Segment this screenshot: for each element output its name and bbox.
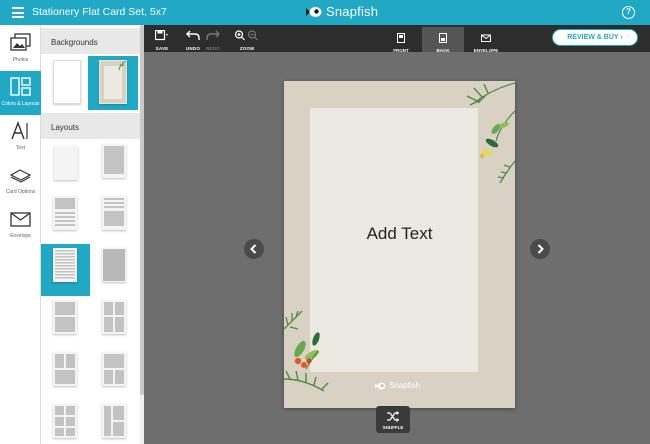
panel-scrollbar-thumb[interactable] (140, 25, 144, 395)
leaf-icon (118, 61, 126, 71)
previous-page-button[interactable] (244, 239, 264, 259)
card-back-logo: Snapfish (375, 381, 420, 390)
botanical-corner-top-right (466, 82, 515, 184)
shuffle-icon (387, 411, 399, 422)
tab-front[interactable]: FRONT (388, 27, 414, 53)
redo-button[interactable]: REDO (204, 28, 222, 51)
tab-back[interactable]: BACK (422, 27, 464, 53)
rail-item-text[interactable]: Text (0, 115, 41, 159)
text-icon (11, 121, 28, 140)
envelope-tab-icon (481, 34, 491, 42)
layout-option[interactable] (90, 400, 139, 444)
save-button[interactable]: SAVE (152, 28, 172, 51)
rail-label: Envelope (10, 233, 31, 239)
photos-icon (10, 33, 31, 51)
review-and-buy-button[interactable]: REVIEW & BUY › (552, 29, 638, 46)
save-label: SAVE (155, 46, 169, 51)
rail-item-card-options[interactable]: Card Options (0, 159, 41, 203)
layout-option-selected[interactable] (41, 244, 90, 296)
layout-option[interactable] (41, 296, 90, 348)
redo-icon (206, 30, 220, 40)
envelope-icon (10, 212, 31, 227)
tab-back-label: BACK (436, 48, 450, 53)
next-page-button[interactable] (530, 239, 550, 259)
rail-label: Photos (12, 57, 29, 63)
review-and-buy-label: REVIEW & BUY (567, 34, 619, 41)
brand-name: Snapfish (326, 4, 379, 19)
layouts-icon (10, 77, 31, 96)
help-button[interactable]: ? (622, 6, 635, 19)
panel-scrollbar[interactable] (140, 25, 144, 444)
snapfish-logo: Snapfish (306, 4, 378, 19)
backgrounds-heading: Backgrounds (41, 28, 144, 54)
zoom-control[interactable]: ZOOM (232, 28, 262, 51)
tool-rail: Photos Colors & Layouts Text Card Option… (0, 25, 41, 444)
zoom-label: ZOOM (239, 46, 255, 51)
layout-option[interactable] (41, 140, 90, 192)
rail-item-envelope[interactable]: Envelope (0, 203, 41, 247)
front-page-icon (397, 33, 405, 43)
layouts-heading: Layouts (41, 113, 144, 139)
redo-label: REDO (206, 46, 220, 51)
layout-option[interactable] (90, 140, 139, 192)
rail-item-photos[interactable]: Photos (0, 27, 41, 71)
fish-icon (375, 382, 386, 389)
shuffle-label: SHUFFLE (382, 425, 404, 430)
save-icon (154, 29, 168, 41)
layout-option[interactable] (90, 348, 139, 400)
hamburger-menu-icon[interactable] (12, 7, 24, 18)
chevron-left-icon (250, 244, 257, 254)
tab-envelope[interactable]: ENVELOPE (468, 27, 504, 53)
layout-option[interactable] (90, 296, 139, 348)
rail-label: Text (15, 145, 26, 151)
card-canvas[interactable]: Add Text Snapfish (284, 81, 515, 408)
add-text-placeholder[interactable]: Add Text (284, 224, 515, 244)
layout-option[interactable] (41, 400, 90, 444)
back-page-icon (439, 33, 447, 43)
background-plain-white[interactable] (53, 60, 81, 104)
layout-option[interactable] (90, 244, 139, 296)
zoom-in-icon[interactable] (234, 30, 247, 41)
undo-icon (186, 30, 200, 40)
layout-option[interactable] (41, 192, 90, 244)
fish-icon (306, 6, 322, 17)
layout-option[interactable] (90, 192, 139, 244)
undo-label: UNDO (185, 46, 201, 51)
tab-envelope-label: ENVELOPE (473, 48, 499, 53)
tab-front-label: FRONT (393, 48, 409, 53)
card-brand-name: Snapfish (389, 381, 421, 390)
design-panel: Backgrounds Layouts (41, 25, 144, 444)
rail-label: Colors & Layouts (1, 101, 40, 107)
project-title: Stationery Flat Card Set, 5x7 (32, 6, 167, 18)
chevron-right-icon (537, 244, 544, 254)
layout-option[interactable] (41, 348, 90, 400)
undo-button[interactable]: UNDO (184, 28, 202, 51)
chevron-right-icon: › (620, 34, 623, 41)
background-botanical-linen[interactable] (99, 60, 127, 104)
zoom-out-icon[interactable] (247, 30, 260, 41)
shuffle-button[interactable]: SHUFFLE (376, 406, 410, 433)
rail-label: Card Options (5, 189, 36, 195)
card-options-icon (10, 169, 31, 183)
rail-item-colors-layouts[interactable]: Colors & Layouts (0, 71, 41, 115)
top-bar: Stationery Flat Card Set, 5x7 Snapfish ? (0, 0, 650, 25)
botanical-corner-bottom-left (284, 310, 329, 392)
